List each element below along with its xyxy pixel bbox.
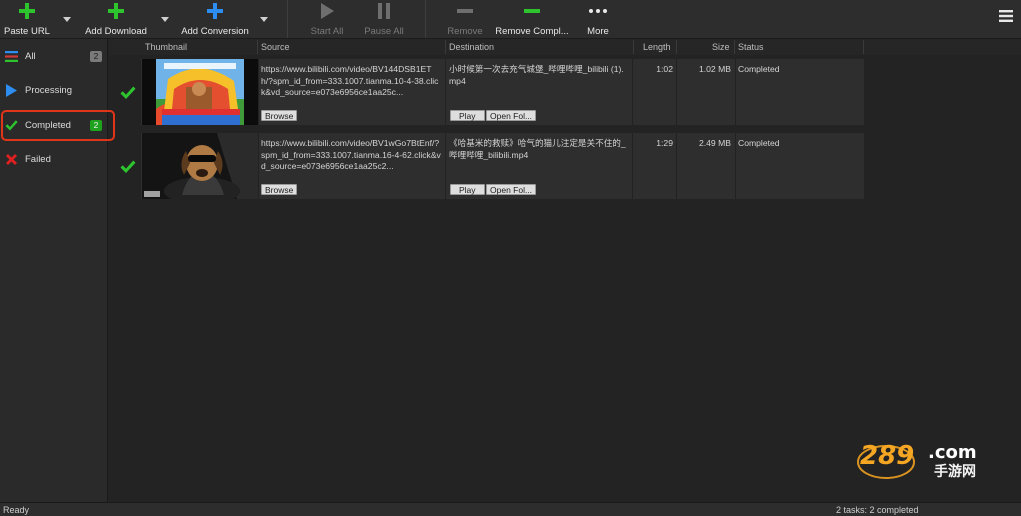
destination-filename: 《哈基米的救赎》哈气的猫儿注定是关不住的_哔哩哔哩_bilibili.mp4 bbox=[449, 138, 626, 160]
paste-url-button[interactable]: Paste URL bbox=[4, 0, 50, 38]
minus-icon bbox=[520, 0, 544, 22]
play-button[interactable]: Play bbox=[450, 184, 485, 195]
length-value: 1:29 bbox=[656, 138, 673, 148]
more-button[interactable]: More bbox=[583, 0, 613, 38]
task-summary-text: 2 tasks: 2 completed bbox=[836, 505, 919, 515]
plus-icon bbox=[15, 0, 39, 22]
more-dots-icon bbox=[586, 0, 610, 22]
cell-divider bbox=[632, 133, 633, 199]
cell-divider bbox=[735, 59, 736, 125]
close-icon bbox=[5, 153, 18, 166]
start-all-button[interactable]: Start All bbox=[306, 0, 348, 38]
list-icon bbox=[5, 50, 18, 63]
open-folder-button[interactable]: Open Fol... bbox=[486, 110, 537, 121]
sidebar-item-all[interactable]: All 2 bbox=[0, 42, 108, 70]
video-thumbnail bbox=[142, 133, 258, 199]
open-folder-button[interactable]: Open Fol... bbox=[486, 184, 537, 195]
cell-divider bbox=[258, 59, 259, 125]
toolbar: Paste URL Add Download Add Conversion St… bbox=[0, 0, 1021, 39]
sidebar-item-label: Failed bbox=[25, 153, 51, 165]
toolbar-divider bbox=[425, 0, 426, 38]
cell-divider bbox=[445, 59, 446, 125]
completed-check-icon bbox=[120, 159, 136, 175]
size-value: 1.02 MB bbox=[698, 64, 731, 74]
cell-divider bbox=[676, 59, 677, 125]
browse-button[interactable]: Browse bbox=[261, 184, 298, 195]
status-text: Completed bbox=[738, 138, 780, 148]
watermark-logo-number: 289 bbox=[860, 441, 914, 471]
add-conversion-dropdown-icon[interactable] bbox=[260, 15, 268, 22]
hamburger-menu-icon[interactable] bbox=[999, 9, 1013, 23]
column-header-source[interactable]: Source bbox=[261, 42, 290, 52]
browse-button[interactable]: Browse bbox=[261, 110, 298, 121]
sidebar-item-label: Processing bbox=[25, 84, 72, 96]
plus-icon bbox=[203, 0, 227, 22]
minus-icon bbox=[453, 0, 477, 22]
column-divider bbox=[633, 40, 634, 54]
column-header-thumbnail[interactable]: Thumbnail bbox=[145, 42, 187, 52]
cell-divider bbox=[258, 133, 259, 199]
column-header-length[interactable]: Length bbox=[643, 42, 671, 52]
count-badge: 2 bbox=[90, 50, 102, 62]
status-bar: Ready 2 tasks: 2 completed bbox=[0, 502, 1021, 516]
site-watermark-logo: 289 .com 手游网 bbox=[856, 436, 1006, 480]
column-divider bbox=[445, 40, 446, 54]
video-thumbnail bbox=[142, 59, 258, 125]
paste-url-dropdown-icon[interactable] bbox=[63, 15, 71, 22]
column-divider bbox=[734, 40, 735, 54]
column-divider bbox=[676, 40, 677, 54]
add-download-button[interactable]: Add Download bbox=[84, 0, 148, 38]
destination-filename: 小时候第一次去充气城堡_哔哩哔哩_bilibili (1).mp4 bbox=[449, 64, 624, 86]
source-url: https://www.bilibili.com/video/BV144DSB1… bbox=[261, 64, 439, 97]
watermark-logo-domain: .com bbox=[928, 442, 977, 463]
cell-divider bbox=[676, 133, 677, 199]
column-header-destination[interactable]: Destination bbox=[449, 42, 494, 52]
completed-check-icon bbox=[120, 85, 136, 101]
cell-divider bbox=[445, 133, 446, 199]
add-download-dropdown-icon[interactable] bbox=[161, 15, 169, 22]
length-value: 1:02 bbox=[656, 64, 673, 74]
remove-completed-button[interactable]: Remove Compl... bbox=[495, 0, 569, 38]
size-value: 2.49 MB bbox=[698, 138, 731, 148]
sidebar-item-label: All bbox=[25, 50, 36, 62]
cell-divider bbox=[735, 133, 736, 199]
sidebar-item-processing[interactable]: Processing bbox=[0, 76, 108, 104]
column-header-status[interactable]: Status bbox=[738, 42, 764, 52]
play-icon bbox=[5, 83, 18, 97]
table-row[interactable]: https://www.bilibili.com/video/BV1wGo7Bt… bbox=[141, 133, 864, 199]
pause-icon bbox=[372, 0, 396, 22]
plus-icon bbox=[104, 0, 128, 22]
column-divider bbox=[257, 40, 258, 54]
source-url: https://www.bilibili.com/video/BV1wGo7Bt… bbox=[261, 138, 441, 171]
play-button[interactable]: Play bbox=[450, 110, 485, 121]
remove-button[interactable]: Remove bbox=[445, 0, 485, 38]
status-ready-text: Ready bbox=[3, 505, 30, 515]
toolbar-divider bbox=[287, 0, 288, 38]
table-row[interactable]: https://www.bilibili.com/video/BV144DSB1… bbox=[141, 59, 864, 125]
column-header-row: Thumbnail Source Destination Length Size… bbox=[109, 39, 1021, 55]
add-conversion-button[interactable]: Add Conversion bbox=[180, 0, 250, 38]
play-icon bbox=[315, 0, 339, 22]
cell-divider bbox=[632, 59, 633, 125]
column-header-size[interactable]: Size bbox=[712, 42, 730, 52]
watermark-logo-subtext: 手游网 bbox=[934, 463, 976, 480]
pause-all-button[interactable]: Pause All bbox=[363, 0, 405, 38]
highlight-annotation bbox=[1, 110, 115, 141]
column-divider bbox=[863, 40, 864, 54]
status-text: Completed bbox=[738, 64, 780, 74]
sidebar-item-failed[interactable]: Failed bbox=[0, 145, 108, 173]
sidebar: All 2 Processing Completed 2 Failed bbox=[0, 39, 108, 502]
